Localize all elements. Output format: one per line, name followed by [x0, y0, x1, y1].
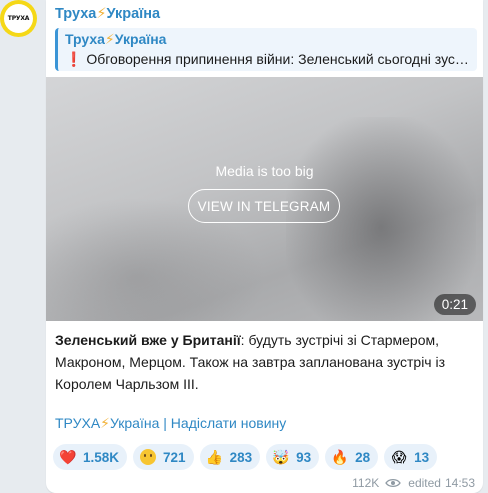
view-in-telegram-button[interactable]: VIEW IN TELEGRAM	[188, 189, 340, 223]
lightning-icon: ⚡	[100, 415, 110, 431]
channel-link[interactable]: ТРУХА⚡Україна	[55, 415, 159, 431]
reply-text: Обговорення припинення війни: Зеленський…	[86, 51, 469, 67]
post-bold-lead: Зеленський вже у Британії	[55, 332, 241, 348]
edited-label: edited	[408, 476, 441, 490]
reaction-unamused[interactable]: 721	[133, 444, 194, 470]
reaction-fire[interactable]: 🔥 28	[325, 444, 379, 470]
reaction-count: 283	[229, 449, 253, 465]
reaction-count: 13	[414, 449, 430, 465]
reaction-count: 28	[355, 449, 371, 465]
reaction-count: 1.58K	[83, 449, 120, 465]
lightning-icon: ⚡	[104, 31, 115, 47]
channel-link-suffix: Україна	[110, 415, 160, 431]
mind-blown-icon: 🤯	[272, 448, 290, 465]
media-too-big-message: Media is too big	[215, 163, 314, 179]
submit-news-link[interactable]: Надіслати новину	[171, 415, 286, 431]
reply-author-suffix: Україна	[114, 31, 167, 47]
reply-author: Труха⚡Україна	[65, 30, 469, 49]
message-bubble: Труха⚡Україна Труха⚡Україна ❗ Обговоренн…	[46, 0, 483, 493]
channel-name: Труха	[55, 6, 97, 22]
video-duration-badge: 0:21	[433, 294, 476, 315]
reactions-bar: ❤️ 1.58K 721 👍 283 🤯 93 🔥 28 😱 13	[53, 444, 438, 470]
lightning-icon: ⚡	[96, 6, 107, 22]
screaming-face-icon: 😱	[391, 448, 407, 465]
channel-link-name: ТРУХА	[55, 415, 101, 431]
eye-icon	[385, 478, 402, 488]
message-meta: 112K edited 14:53	[352, 476, 475, 490]
heart-icon: ❤️	[59, 448, 77, 465]
channel-name-link[interactable]: Труха⚡Україна	[55, 6, 160, 22]
reaction-count: 721	[163, 449, 186, 465]
fire-icon: 🔥	[331, 448, 349, 465]
reply-text-line: ❗ Обговорення припинення війни: Зеленськ…	[65, 49, 469, 69]
reaction-mind-blown[interactable]: 🤯 93	[266, 444, 320, 470]
post-links: ТРУХА⚡Україна | Надіслати новину	[55, 415, 286, 432]
reaction-count: 93	[296, 449, 312, 465]
thumbs-up-icon: 👍	[205, 448, 224, 465]
post-text: Зеленський вже у Британії: будуть зустрі…	[55, 329, 477, 395]
face-unamused-icon	[139, 448, 157, 466]
reaction-thumbs-up[interactable]: 👍 283	[199, 444, 261, 470]
reaction-screaming[interactable]: 😱 13	[384, 444, 438, 470]
reply-quote[interactable]: Труха⚡Україна ❗ Обговорення припинення в…	[55, 28, 477, 71]
link-separator: |	[163, 415, 167, 431]
reply-author-name: Труха	[65, 31, 105, 47]
video-preview[interactable]: Media is too big VIEW IN TELEGRAM 0:21	[46, 77, 483, 321]
avatar-logo: ТРУХА	[4, 4, 33, 33]
view-count: 112K	[352, 476, 380, 490]
reaction-heart[interactable]: ❤️ 1.58K	[53, 444, 128, 470]
exclamation-icon: ❗	[65, 51, 83, 67]
channel-name-suffix: Україна	[106, 6, 161, 22]
channel-avatar[interactable]: ТРУХА	[0, 0, 37, 37]
message-time: 14:53	[444, 476, 475, 490]
